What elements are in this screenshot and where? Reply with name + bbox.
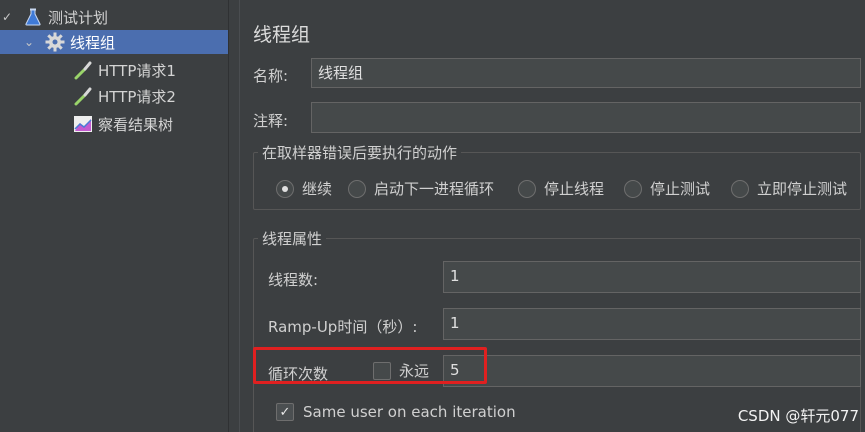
radio-continue[interactable]: 继续 — [276, 178, 332, 199]
chevron-down-icon[interactable]: ⌄ — [22, 35, 36, 49]
radio-stop-test-now[interactable]: 立即停止测试 — [731, 178, 847, 199]
name-label: 名称: — [253, 67, 289, 85]
tree-item-view-results-tree[interactable]: 察看结果树 — [72, 112, 173, 136]
radio-label: 启动下一进程循环 — [374, 180, 495, 198]
radio-button[interactable] — [348, 179, 366, 198]
radio-button[interactable] — [624, 179, 642, 198]
error-action-title: 在取样器错误后要执行的动作 — [258, 142, 462, 163]
radio-label: 停止测试 — [650, 180, 711, 198]
radio-label: 继续 — [302, 180, 333, 198]
pipette-icon — [72, 60, 94, 80]
radio-button[interactable] — [518, 179, 536, 198]
chart-icon — [72, 114, 94, 134]
loop-count-field[interactable]: 5 — [443, 355, 861, 387]
radio-label: 立即停止测试 — [757, 180, 848, 198]
threads-field[interactable]: 1 — [443, 261, 861, 293]
tree-item-label: 线程组 — [70, 33, 116, 52]
radio-button[interactable] — [731, 179, 749, 198]
pane-splitter[interactable] — [228, 0, 240, 432]
watermark: CSDN @轩元077 — [737, 407, 859, 425]
gear-icon — [44, 32, 66, 52]
same-user-checkbox[interactable]: ✓ — [276, 403, 294, 421]
rampup-field[interactable]: 1 — [443, 308, 861, 340]
radio-start-next-loop[interactable]: 启动下一进程循环 — [348, 178, 494, 199]
chevron-down-icon[interactable]: ✓ — [0, 10, 14, 24]
radio-label: 停止线程 — [544, 180, 605, 198]
name-field[interactable]: 线程组 — [311, 58, 861, 88]
highlight-box — [253, 347, 487, 384]
tree-item-label: HTTP请求1 — [98, 61, 176, 80]
tree-item-thread-group[interactable]: ⌄ 线程组 — [0, 30, 228, 54]
tree-item-label: 测试计划 — [48, 8, 109, 27]
same-user-checkbox-wrap[interactable]: ✓ Same user on each iteration — [276, 403, 516, 421]
tree-item-label: HTTP请求2 — [98, 87, 176, 106]
radio-stop-test[interactable]: 停止测试 — [624, 178, 710, 199]
tree-item-test-plan[interactable]: ✓ 测试计划 — [0, 5, 228, 29]
pipette-icon — [72, 86, 94, 106]
comment-label: 注释: — [253, 112, 289, 130]
comment-field[interactable] — [311, 102, 861, 133]
test-plan-tree: ✓ 测试计划 ⌄ 线程组 HTTP请求1 HTTP请求2 察看结果树 — [0, 0, 228, 432]
same-user-label: Same user on each iteration — [303, 403, 516, 421]
tree-item-http-request-1[interactable]: HTTP请求1 — [72, 58, 176, 82]
threads-label: 线程数: — [268, 271, 319, 289]
page-title: 线程组 — [253, 24, 311, 46]
radio-stop-thread[interactable]: 停止线程 — [518, 178, 604, 199]
thread-properties-title: 线程属性 — [258, 228, 327, 249]
rampup-label: Ramp-Up时间（秒）: — [268, 318, 418, 336]
radio-button[interactable] — [276, 179, 294, 198]
tree-item-http-request-2[interactable]: HTTP请求2 — [72, 84, 176, 108]
flask-icon — [22, 7, 44, 27]
tree-item-label: 察看结果树 — [98, 115, 174, 134]
